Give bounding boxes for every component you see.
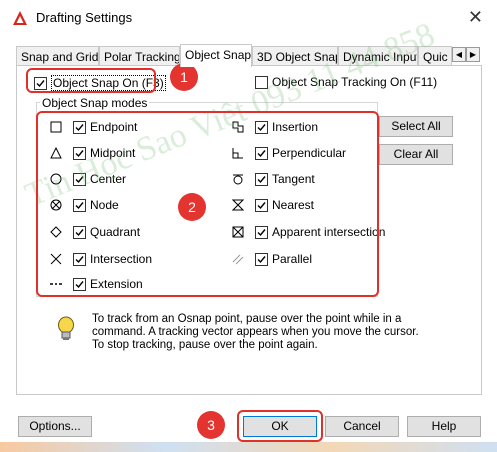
tab-polar-tracking[interactable]: Polar Tracking <box>99 46 180 66</box>
mode-insertion[interactable]: Insertion <box>231 119 318 135</box>
mode-extension[interactable]: Extension <box>49 276 143 292</box>
object-snap-modes-title: Object Snap modes <box>40 96 150 110</box>
tab-strip: Snap and Grid Polar Tracking Object Snap… <box>16 44 482 67</box>
intersection-label: Intersection <box>90 252 153 266</box>
tab-snap-and-grid[interactable]: Snap and Grid <box>16 46 99 66</box>
node-label: Node <box>90 198 119 212</box>
extension-label: Extension <box>90 277 143 291</box>
mode-tangent[interactable]: Tangent <box>231 171 315 187</box>
tab-scroll-left-icon[interactable]: ◀ <box>452 47 466 62</box>
close-icon[interactable]: ✕ <box>468 7 483 28</box>
ok-button[interactable]: OK <box>243 416 317 437</box>
center-checkbox[interactable] <box>73 172 86 186</box>
mode-quadrant[interactable]: Quadrant <box>49 224 140 240</box>
title-bar: Drafting Settings ✕ <box>0 0 497 36</box>
object-snap-tracking-label: Object Snap Tracking On (F11) <box>272 75 438 89</box>
intersection-checkbox[interactable] <box>73 252 86 266</box>
mode-center[interactable]: Center <box>49 171 126 187</box>
mode-parallel[interactable]: Parallel <box>231 251 312 267</box>
extension-checkbox[interactable] <box>73 277 86 291</box>
lightbulb-icon <box>58 316 74 340</box>
options-button[interactable]: Options... <box>18 416 92 437</box>
mode-node[interactable]: Node <box>49 197 119 213</box>
apparent-intersection-symbol-icon <box>231 225 245 239</box>
perpendicular-checkbox[interactable] <box>255 146 268 160</box>
mode-midpoint[interactable]: Midpoint <box>49 145 135 161</box>
tangent-label: Tangent <box>272 172 315 186</box>
tangent-symbol-icon <box>231 172 245 186</box>
node-checkbox[interactable] <box>73 198 86 212</box>
nearest-checkbox[interactable] <box>255 198 268 212</box>
annotation-badge-2: 2 <box>178 193 206 221</box>
parallel-checkbox[interactable] <box>255 252 268 266</box>
midpoint-checkbox[interactable] <box>73 146 86 160</box>
mode-nearest[interactable]: Nearest <box>231 197 314 213</box>
window-title: Drafting Settings <box>36 10 133 25</box>
endpoint-symbol-icon <box>49 120 63 134</box>
apparent-intersection-checkbox[interactable] <box>255 225 268 239</box>
object-snap-on-checkbox[interactable] <box>34 76 47 90</box>
clear-all-button[interactable]: Clear All <box>379 144 453 165</box>
quadrant-label: Quadrant <box>90 225 141 239</box>
nearest-label: Nearest <box>272 198 315 212</box>
object-snap-on-checkbox-row[interactable]: Object Snap On (F3) <box>34 75 166 91</box>
nearest-symbol-icon <box>231 198 245 212</box>
select-all-button[interactable]: Select All <box>379 116 453 137</box>
object-snap-on-label: Object Snap On (F3) <box>51 75 166 91</box>
tab-quick-properties[interactable]: Quic <box>418 46 452 66</box>
tracking-hint-text: To track from an Osnap point, pause over… <box>92 313 419 351</box>
object-snap-tracking-checkbox[interactable] <box>255 75 268 89</box>
annotation-badge-3: 3 <box>197 411 225 439</box>
node-symbol-icon <box>49 198 63 212</box>
quadrant-checkbox[interactable] <box>73 225 86 239</box>
midpoint-label: Midpoint <box>90 146 136 160</box>
annotation-badge-1: 1 <box>170 63 198 91</box>
mode-endpoint[interactable]: Endpoint <box>49 119 137 135</box>
endpoint-checkbox[interactable] <box>73 120 86 134</box>
mode-intersection[interactable]: Intersection <box>49 251 152 267</box>
insertion-label: Insertion <box>272 120 319 134</box>
tab-object-snap[interactable]: Object Snap <box>180 44 252 67</box>
mode-perpendicular[interactable]: Perpendicular <box>231 145 346 161</box>
insertion-checkbox[interactable] <box>255 120 268 134</box>
mode-apparent-intersection[interactable]: Apparent intersection <box>231 224 385 240</box>
tab-scroll-right-icon[interactable]: ▶ <box>466 47 480 62</box>
tangent-checkbox[interactable] <box>255 172 268 186</box>
quadrant-symbol-icon <box>49 225 63 239</box>
parallel-label: Parallel <box>272 252 313 266</box>
decorative-bottom-stripe <box>0 442 497 452</box>
autocad-app-icon <box>13 11 27 25</box>
tab-dynamic-input[interactable]: Dynamic Input <box>338 46 418 66</box>
help-button[interactable]: Help <box>407 416 481 437</box>
perpendicular-symbol-icon <box>231 146 245 160</box>
center-symbol-icon <box>49 172 63 186</box>
parallel-symbol-icon <box>231 252 245 266</box>
insertion-symbol-icon <box>231 120 245 134</box>
endpoint-label: Endpoint <box>90 120 138 134</box>
perpendicular-label: Perpendicular <box>272 146 347 160</box>
midpoint-symbol-icon <box>49 146 63 160</box>
tab-3d-object-snap[interactable]: 3D Object Snap <box>252 46 338 66</box>
intersection-symbol-icon <box>49 252 63 266</box>
extension-symbol-icon <box>49 277 63 291</box>
apparent-intersection-label: Apparent intersection <box>272 225 386 239</box>
object-snap-tracking-checkbox-row[interactable]: Object Snap Tracking On (F11) <box>255 75 437 89</box>
center-label: Center <box>90 172 127 186</box>
cancel-button[interactable]: Cancel <box>325 416 399 437</box>
